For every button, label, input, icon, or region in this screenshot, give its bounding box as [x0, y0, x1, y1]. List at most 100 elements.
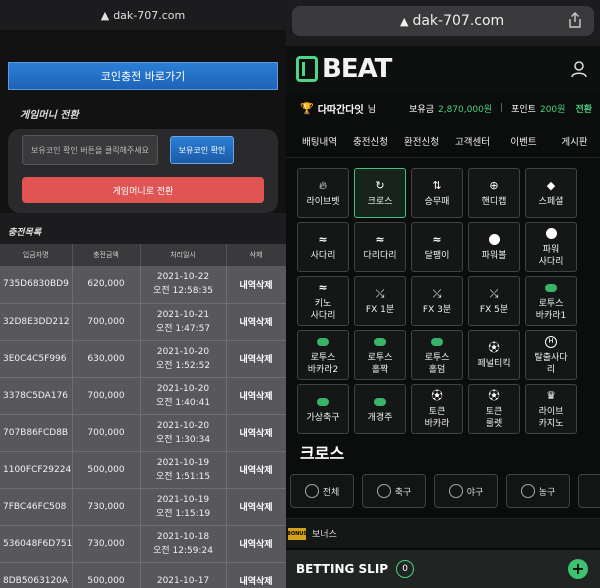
game-tile[interactable]: 🔥︎ 라이브벳 [297, 168, 349, 218]
check-coin-button[interactable]: 보유코인 확인 [170, 136, 234, 164]
game-label: 토큰 룰렛 [485, 406, 503, 429]
time-text: 오전 1:30:34 [155, 434, 211, 445]
green-ball-icon [374, 395, 386, 409]
sport-ball-icon [376, 484, 391, 498]
delete-button[interactable]: 내역삭제 [226, 451, 286, 489]
game-label: 파워 사다리 [538, 244, 564, 267]
tab-board[interactable]: 게시판 [549, 134, 600, 148]
game-label: 스페셜 [538, 196, 564, 207]
depositor-cell: 1100FCF29224 [0, 451, 73, 489]
game-label: 로투스 바카라2 [307, 352, 339, 375]
list-title: 충전목록 [0, 213, 286, 244]
time-text: 오전 1:40:41 [155, 397, 211, 408]
site-logo[interactable]: BEAT [296, 54, 392, 84]
datetime-cell: 2021-10-20 오전 1:52:52 [140, 340, 227, 378]
betting-slip-bar[interactable]: BETTING SLIP 0 + [286, 550, 600, 588]
delete-button[interactable]: 내역삭제 [226, 488, 286, 526]
convert-button[interactable]: 게임머니로 전환 [22, 177, 264, 203]
game-tile[interactable]: 가상축구 [297, 384, 349, 434]
sport-filter-button[interactable]: 축구 [362, 474, 426, 508]
game-tile[interactable]: ≈ 사다리 [297, 222, 349, 272]
address-bar[interactable]: ▲ dak-707.com [292, 6, 594, 36]
tab-withdraw[interactable]: 환전신청 [396, 134, 447, 148]
date-text: 2021-10-20 [156, 346, 210, 357]
delete-button[interactable]: 내역삭제 [226, 266, 286, 304]
game-grid: 🔥︎ 라이브벳 ↻ 크로스 ⇅ 승무패 ⊕ 핸디캡 ◆ 스페셜 ≈ 사다리 ≈ 다리다리 ≈ 달팽이 파워볼 파워… [297, 168, 585, 434]
depositor-cell: 3E0C4C5F996 [0, 340, 73, 378]
amount-cell: 700,000 [72, 414, 141, 452]
table-row: 3378C5DA176 700,000 2021-10-20 오전 1:40:41 내역… [0, 377, 286, 415]
tab-bet-history[interactable]: 배팅내역 [294, 134, 345, 148]
date-text: 2021-10-19 [156, 457, 210, 468]
date-text: 2021-10-20 [156, 383, 210, 394]
convert-link[interactable]: 전환 [575, 102, 592, 115]
game-tile[interactable]: ≈ 달팽이 [411, 222, 463, 272]
tab-events[interactable]: 이벤트 [498, 134, 549, 148]
game-label: 토큰 바카라 [424, 406, 450, 429]
fire-icon: 🔥︎ [318, 178, 328, 192]
green-ball-icon [431, 335, 443, 349]
game-tile[interactable]: ≈ 다리다리 [354, 222, 406, 272]
game-tile[interactable]: ⤯ FX 1분 [354, 276, 406, 326]
tab-deposit[interactable]: 충전신청 [345, 134, 396, 148]
ladder-icon: ≈ [432, 232, 442, 246]
chart-icon: ⤯ [375, 286, 385, 300]
game-tile[interactable]: ↻ 크로스 [354, 168, 406, 218]
game-tile[interactable]: ⊕ 핸디캡 [468, 168, 520, 218]
col-header: 충전금액 [72, 244, 141, 266]
game-tile[interactable]: ⤯ FX 3분 [411, 276, 463, 326]
game-tile[interactable]: 개경주 [354, 384, 406, 434]
depositor-cell: 735D6830BD9 [0, 266, 73, 304]
tab-support[interactable]: 고객센터 [447, 134, 498, 148]
table-header: 입금자명 충전금액 처리일시 삭제 [0, 244, 286, 266]
game-tile[interactable]: 파워볼 [468, 222, 520, 272]
datetime-cell: 2021-10-18 오전 12:59:24 [140, 525, 227, 563]
amount-cell: 700,000 [72, 303, 141, 341]
game-tile[interactable]: 로투스 바카라2 [297, 330, 349, 380]
share-icon[interactable] [568, 12, 582, 28]
game-tile[interactable]: 로투스 홀짝 [354, 330, 406, 380]
user-icon[interactable] [570, 60, 588, 78]
logo-text: BEAT [322, 54, 392, 84]
delete-button[interactable]: 내역삭제 [226, 525, 286, 563]
bonus-label: 보너스 [312, 530, 337, 540]
bonus-bar[interactable]: BONUS 보너스 [286, 518, 600, 548]
sport-filter-button[interactable]: 전체 [290, 474, 354, 508]
datetime-cell: 2021-10-19 오전 1:51:15 [140, 451, 227, 489]
sport-filter-button[interactable]: 농구 [506, 474, 570, 508]
game-tile[interactable]: ♛ 라이브 카지노 [525, 384, 577, 434]
h-icon: H [545, 335, 557, 349]
table-row: 7FBC46FC508 730,000 2021-10-19 오전 1:15:19 내역… [0, 488, 286, 526]
delete-button[interactable]: 내역삭제 [226, 340, 286, 378]
time-text: 오전 12:59:24 [153, 545, 213, 556]
sport-filter-button[interactable]: 야구 [434, 474, 498, 508]
sport-label: 농구 [538, 487, 556, 498]
delete-button[interactable]: 내역삭제 [226, 562, 286, 588]
game-label: 로투스 홀짝 [367, 352, 393, 375]
game-tile[interactable]: H 탈출사다 리 [525, 330, 577, 380]
game-tile[interactable]: ◆ 스페셜 [525, 168, 577, 218]
ladder-icon: ≈ [318, 280, 328, 294]
game-label: 승무패 [424, 196, 450, 207]
delete-button[interactable]: 내역삭제 [226, 377, 286, 415]
game-tile[interactable]: ≈ 키노 사다리 [297, 276, 349, 326]
points-value: 200원 [539, 104, 566, 115]
game-tile[interactable]: ⤯ FX 5분 [468, 276, 520, 326]
date-text: 2021-10-19 [156, 494, 210, 505]
amount-cell: 700,000 [72, 377, 141, 415]
spacer [0, 30, 286, 60]
sport-filter-button[interactable] [578, 474, 600, 508]
game-tile[interactable]: ⚽︎ 페널티킥 [468, 330, 520, 380]
game-tile[interactable]: 로투스 바카라1 [525, 276, 577, 326]
game-tile[interactable]: ⚽︎ 토큰 바카라 [411, 384, 463, 434]
delete-button[interactable]: 내역삭제 [226, 303, 286, 341]
coin-input[interactable]: 보유코인 확인 버튼을 클릭해주세요 [22, 135, 158, 165]
game-tile[interactable]: ⇅ 승무패 [411, 168, 463, 218]
add-icon[interactable]: + [568, 559, 588, 579]
game-tile[interactable]: 로투스 홀덤 [411, 330, 463, 380]
game-tile[interactable]: ⚽︎ 토큰 룰렛 [468, 384, 520, 434]
address-bar[interactable]: ▲ dak-707.com [0, 0, 286, 30]
coin-charge-button[interactable]: 코인충전 바로가기 [8, 62, 278, 90]
delete-button[interactable]: 내역삭제 [226, 414, 286, 452]
game-tile[interactable]: 파워 사다리 [525, 222, 577, 272]
